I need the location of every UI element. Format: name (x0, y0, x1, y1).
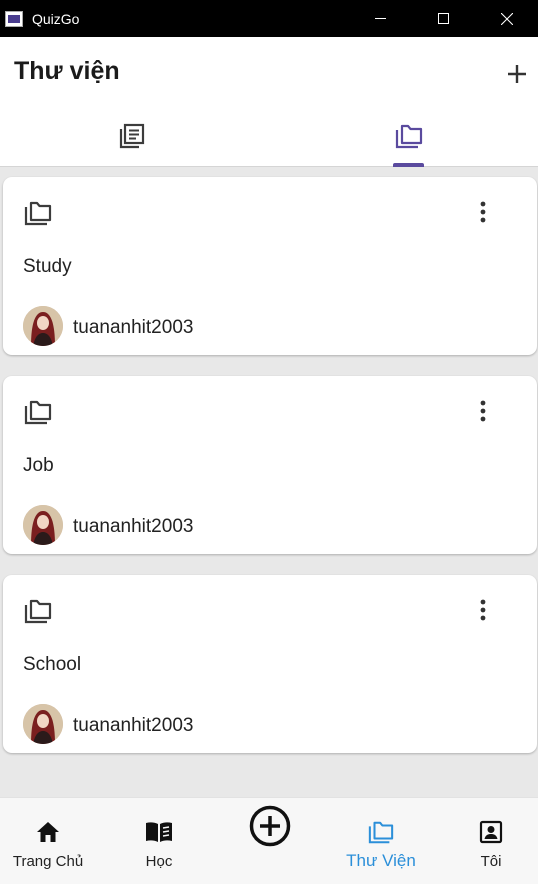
folder-list: Study tuananhit2003 Job tuananhit2003 Sc… (0, 168, 538, 796)
nav-profile-label: Tôi (480, 853, 502, 870)
home-icon (37, 822, 59, 842)
folder-icon (24, 400, 52, 425)
folders-icon (368, 821, 394, 844)
more-options-button[interactable] (471, 200, 495, 224)
nav-home[interactable]: Trang Chủ (0, 798, 96, 884)
more-vertical-icon (480, 400, 486, 422)
folder-card[interactable]: Job tuananhit2003 (3, 376, 537, 554)
folder-icon (24, 201, 52, 226)
minimize-button[interactable] (349, 0, 412, 37)
owner-username: tuananhit2003 (73, 317, 194, 338)
window-titlebar: QuizGo (0, 0, 538, 37)
nav-library-label: Thư Viện (346, 851, 416, 870)
more-options-button[interactable] (471, 399, 495, 423)
bottom-navigation: Trang Chủ Học Thư Viện Tôi (0, 797, 538, 884)
more-vertical-icon (480, 201, 486, 223)
nav-library[interactable]: Thư Viện (333, 798, 429, 884)
window-controls (349, 0, 538, 37)
folder-name: Job (23, 455, 54, 476)
page-title: Thư viện (14, 57, 120, 85)
owner-username: tuananhit2003 (73, 516, 194, 537)
profile-icon (479, 820, 503, 844)
close-button[interactable] (475, 0, 538, 37)
avatar (23, 306, 63, 346)
window-title: QuizGo (32, 10, 80, 27)
app-header: Thư viện (0, 37, 538, 167)
folder-name: School (23, 654, 82, 675)
nav-learn-label: Học (145, 853, 173, 870)
nav-home-label: Trang Chủ (12, 853, 84, 870)
folder-card[interactable]: School tuananhit2003 (3, 575, 537, 753)
active-tab-indicator (393, 163, 424, 167)
app-logo-icon (5, 10, 23, 27)
tab-study-sets[interactable] (92, 117, 172, 167)
folder-name: Study (23, 256, 72, 277)
more-vertical-icon (480, 599, 486, 621)
folder-card[interactable]: Study tuananhit2003 (3, 177, 537, 355)
folders-icon (395, 124, 423, 149)
tab-folders[interactable] (369, 117, 449, 167)
add-button[interactable] (502, 59, 532, 89)
more-options-button[interactable] (471, 598, 495, 622)
maximize-icon (438, 13, 449, 24)
nav-profile[interactable]: Tôi (444, 798, 538, 884)
maximize-button[interactable] (412, 0, 475, 37)
study-sets-icon (119, 123, 145, 149)
nav-learn[interactable]: Học (111, 798, 207, 884)
add-circle-icon (249, 805, 291, 847)
folder-icon (24, 599, 52, 624)
close-icon (500, 12, 513, 25)
book-open-icon (146, 822, 172, 842)
avatar (23, 704, 63, 744)
minimize-icon (375, 18, 386, 19)
avatar (23, 505, 63, 545)
owner-username: tuananhit2003 (73, 715, 194, 736)
plus-icon (508, 65, 526, 83)
nav-create-button[interactable] (222, 798, 318, 884)
